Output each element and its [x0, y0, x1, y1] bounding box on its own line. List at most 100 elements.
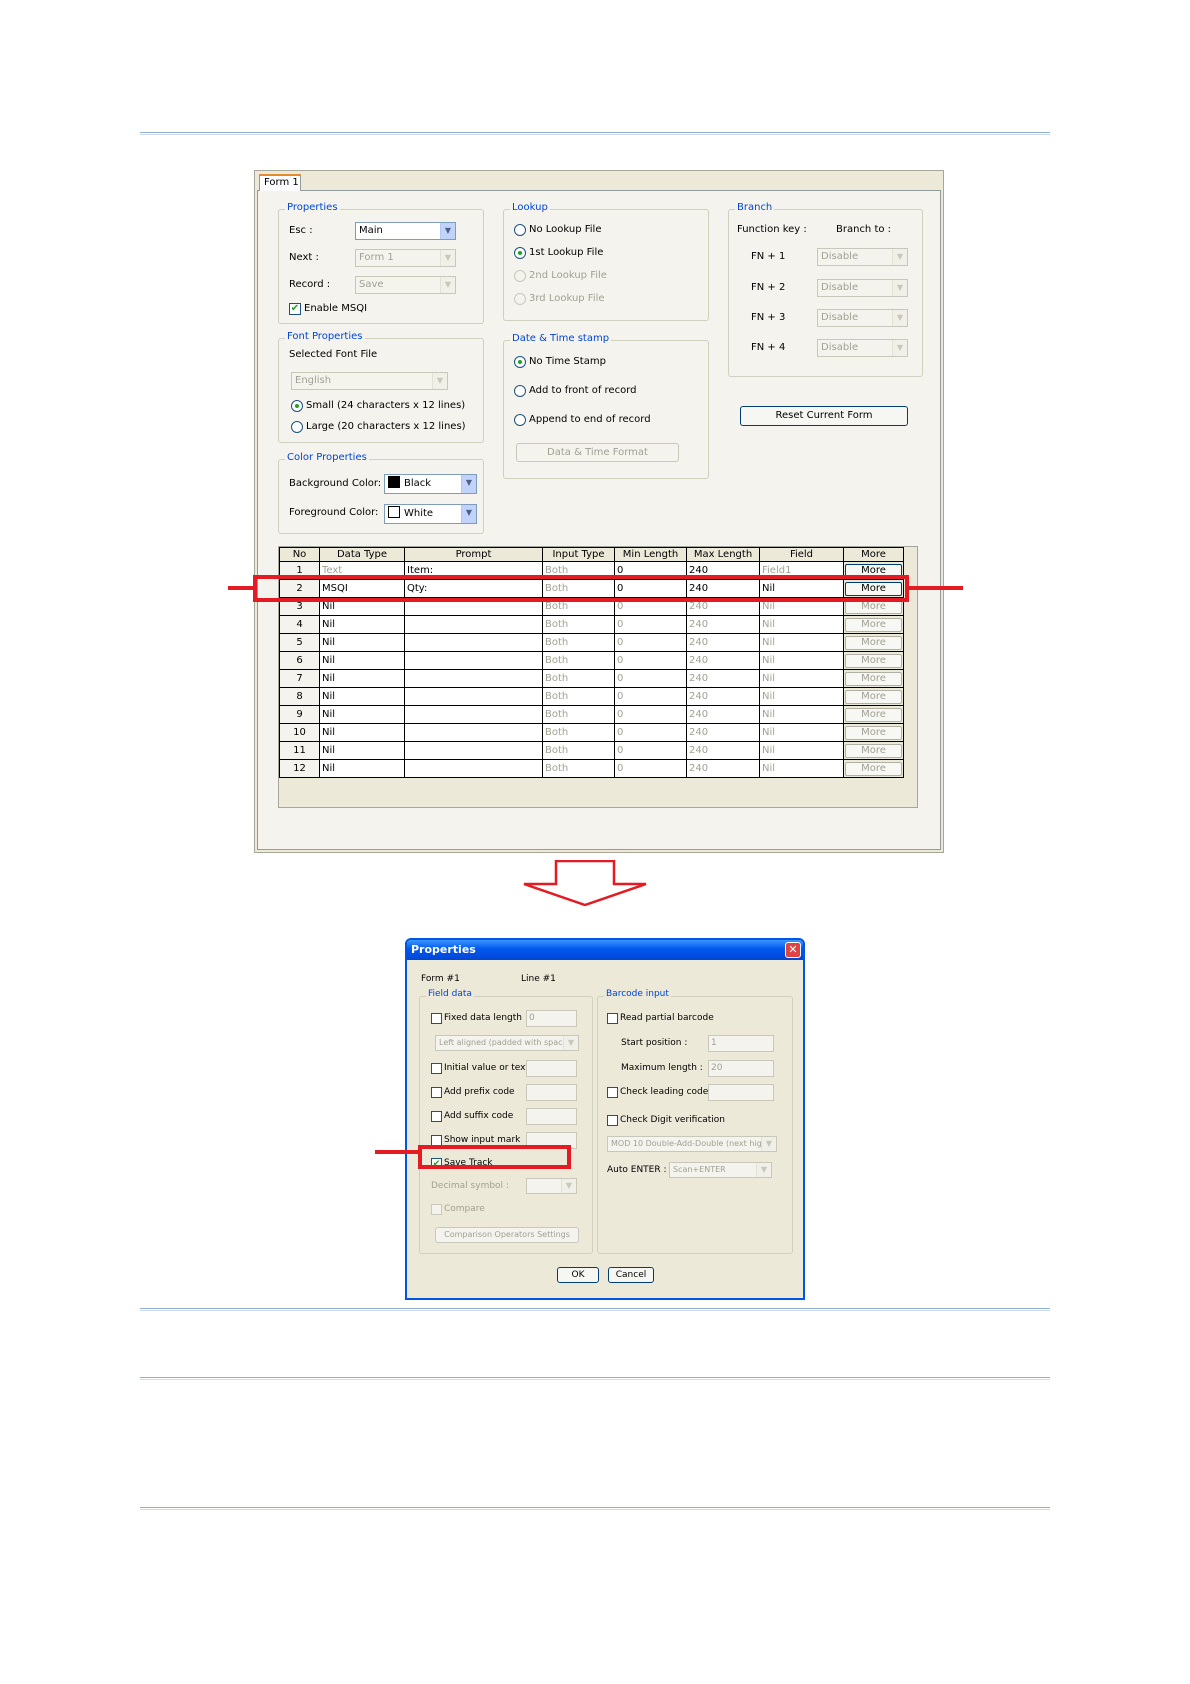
more-button[interactable]: More — [845, 617, 902, 632]
cell-min-length[interactable]: 0 — [614, 705, 687, 724]
lookup-3rd-radio[interactable] — [514, 293, 526, 305]
cell-min-length[interactable]: 0 — [614, 633, 687, 652]
tab-form-1[interactable]: Form 1 — [259, 174, 301, 191]
more-button[interactable]: More — [845, 725, 902, 740]
cell-min-length[interactable]: 0 — [614, 759, 687, 778]
add-prefix-checkbox[interactable] — [431, 1087, 442, 1098]
no-time-stamp-radio[interactable] — [514, 356, 526, 368]
cell-input-type[interactable]: Both — [542, 759, 615, 778]
font-file-select[interactable]: English ▼ — [291, 372, 448, 390]
cell-min-length[interactable]: 0 — [614, 651, 687, 670]
lookup-1st-radio[interactable] — [514, 247, 526, 259]
initial-value-input[interactable] — [526, 1060, 577, 1077]
check-leading-checkbox[interactable] — [607, 1087, 618, 1098]
cell-input-type[interactable]: Both — [542, 705, 615, 724]
more-button[interactable]: More — [845, 635, 902, 650]
cell-input-type[interactable]: Both — [542, 741, 615, 760]
cell-data-type[interactable]: Nil — [319, 705, 405, 724]
cell-prompt[interactable] — [404, 741, 543, 760]
check-leading-input[interactable] — [708, 1084, 774, 1101]
cell-data-type[interactable]: Nil — [319, 687, 405, 706]
cell-no[interactable]: 8 — [279, 687, 320, 706]
cell-no[interactable]: 12 — [279, 759, 320, 778]
cell-no[interactable]: 4 — [279, 615, 320, 634]
cell-data-type[interactable]: Nil — [319, 759, 405, 778]
cell-max-length[interactable]: 240 — [686, 741, 760, 760]
col-field[interactable]: Field — [759, 547, 844, 562]
cell-max-length[interactable]: 240 — [686, 723, 760, 742]
fg-color-select[interactable]: White ▼ — [384, 504, 477, 524]
comparison-operators-button[interactable]: Comparison Operators Settings — [435, 1227, 579, 1243]
cell-min-length[interactable]: 0 — [614, 669, 687, 688]
cell-prompt[interactable] — [404, 723, 543, 742]
more-button[interactable]: More — [845, 689, 902, 704]
table-row[interactable]: 4 Nil Both 0 240 Nil More — [279, 615, 904, 634]
cell-input-type[interactable]: Both — [542, 723, 615, 742]
cell-data-type[interactable]: Nil — [319, 741, 405, 760]
cell-input-type[interactable]: Both — [542, 687, 615, 706]
col-more[interactable]: More — [843, 547, 904, 562]
lookup-none-radio[interactable] — [514, 224, 526, 236]
fn4-select[interactable]: Disable ▼ — [817, 339, 908, 357]
enable-msqi-checkbox[interactable]: ✔ — [289, 303, 301, 315]
table-row[interactable]: 7 Nil Both 0 240 Nil More — [279, 669, 904, 688]
cell-max-length[interactable]: 240 — [686, 705, 760, 724]
cell-field[interactable]: Nil — [759, 651, 844, 670]
cell-no[interactable]: 10 — [279, 723, 320, 742]
cell-field[interactable]: Nil — [759, 741, 844, 760]
record-select[interactable]: Save ▼ — [355, 276, 456, 294]
col-min-length[interactable]: Min Length — [614, 547, 687, 562]
max-length-input[interactable]: 20 — [708, 1060, 774, 1077]
col-no[interactable]: No — [279, 547, 320, 562]
esc-select[interactable]: Main ▼ — [355, 222, 456, 240]
more-button[interactable]: More — [845, 707, 902, 722]
cell-no[interactable]: 6 — [279, 651, 320, 670]
table-row[interactable]: 12 Nil Both 0 240 Nil More — [279, 759, 904, 778]
font-small-radio[interactable] — [291, 400, 303, 412]
col-data-type[interactable]: Data Type — [319, 547, 405, 562]
fixed-length-checkbox[interactable] — [431, 1013, 442, 1024]
more-button[interactable]: More — [845, 653, 902, 668]
cell-data-type[interactable]: Nil — [319, 651, 405, 670]
cell-field[interactable]: Nil — [759, 723, 844, 742]
add-prefix-input[interactable] — [526, 1084, 577, 1101]
col-input-type[interactable]: Input Type — [542, 547, 615, 562]
col-prompt[interactable]: Prompt — [404, 547, 543, 562]
cell-max-length[interactable]: 240 — [686, 633, 760, 652]
cell-min-length[interactable]: 0 — [614, 615, 687, 634]
ok-button[interactable]: OK — [557, 1267, 599, 1283]
add-suffix-checkbox[interactable] — [431, 1111, 442, 1122]
align-select[interactable]: Left aligned (padded with space) ▼ — [435, 1035, 579, 1051]
cell-prompt[interactable] — [404, 759, 543, 778]
cell-no[interactable]: 5 — [279, 633, 320, 652]
table-row[interactable]: 10 Nil Both 0 240 Nil More — [279, 723, 904, 742]
bg-color-select[interactable]: Black ▼ — [384, 474, 477, 494]
cell-prompt[interactable] — [404, 687, 543, 706]
fn2-select[interactable]: Disable ▼ — [817, 279, 908, 297]
cell-max-length[interactable]: 240 — [686, 669, 760, 688]
lookup-2nd-radio[interactable] — [514, 270, 526, 282]
mod-select[interactable]: MOD 10 Double-Add-Double (next high) ▼ — [607, 1136, 777, 1152]
cell-max-length[interactable]: 240 — [686, 687, 760, 706]
cell-max-length[interactable]: 240 — [686, 615, 760, 634]
cell-field[interactable]: Nil — [759, 687, 844, 706]
more-button[interactable]: More — [845, 671, 902, 686]
compare-checkbox[interactable] — [431, 1204, 442, 1215]
check-digit-checkbox[interactable] — [607, 1115, 618, 1126]
cell-input-type[interactable]: Both — [542, 651, 615, 670]
cell-max-length[interactable]: 240 — [686, 651, 760, 670]
read-partial-checkbox[interactable] — [607, 1013, 618, 1024]
cell-input-type[interactable]: Both — [542, 669, 615, 688]
cell-field[interactable]: Nil — [759, 705, 844, 724]
cell-prompt[interactable] — [404, 651, 543, 670]
cell-field[interactable]: Nil — [759, 669, 844, 688]
font-large-radio[interactable] — [291, 421, 303, 433]
cell-field[interactable]: Nil — [759, 615, 844, 634]
add-front-radio[interactable] — [514, 385, 526, 397]
cell-prompt[interactable] — [404, 633, 543, 652]
add-suffix-input[interactable] — [526, 1108, 577, 1125]
fn1-select[interactable]: Disable ▼ — [817, 248, 908, 266]
cell-no[interactable]: 7 — [279, 669, 320, 688]
cell-data-type[interactable]: Nil — [319, 669, 405, 688]
next-select[interactable]: Form 1 ▼ — [355, 249, 456, 267]
